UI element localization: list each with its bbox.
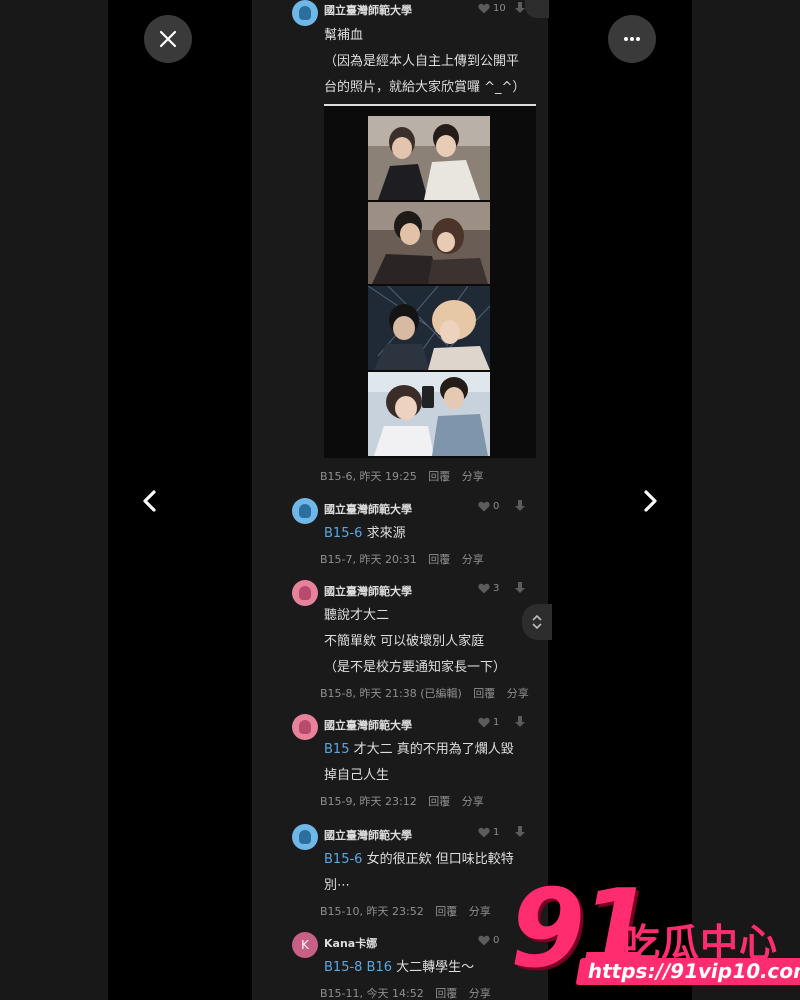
more-dots-icon [624, 37, 640, 41]
comment-text: （因為是經本人自主上傳到公開平 [324, 54, 520, 69]
floor-time: B15-11, 今天 14:52 [320, 987, 424, 1000]
previous-image-button[interactable] [134, 486, 164, 516]
floor-time: B15-9, 昨天 23:12 [320, 795, 417, 808]
avatar [292, 824, 318, 850]
floor-time: B15-8, 昨天 21:38 (已編輯) [320, 687, 462, 700]
share-button[interactable]: 分享 [469, 987, 491, 1000]
photo-frame-4 [368, 372, 490, 456]
downvote-icon[interactable] [514, 716, 526, 728]
close-button[interactable] [144, 15, 192, 63]
floor-time: B15-10, 昨天 23:52 [320, 905, 424, 918]
like-button[interactable]: 1 [478, 717, 499, 728]
avatar [292, 0, 318, 26]
downvote-icon[interactable] [514, 500, 526, 512]
like-count: 0 [493, 501, 500, 512]
reply-button[interactable]: 回覆 [428, 553, 450, 566]
photo-frame-3 [368, 286, 490, 370]
avatar: K [292, 932, 318, 958]
comment-text: 不簡單欸 可以破壞別人家庭 [324, 634, 485, 649]
reply-button[interactable]: 回覆 [473, 687, 495, 700]
heart-icon [478, 717, 490, 728]
comment-author: Kana卡娜 [324, 937, 378, 950]
like-button[interactable]: 1 [478, 827, 499, 838]
like-count: 0 [493, 935, 500, 946]
share-button[interactable]: 分享 [462, 470, 484, 483]
photo-booth-strip [324, 104, 536, 458]
watermark-url: https://91vip10.com [575, 958, 800, 985]
reply-button[interactable]: 回覆 [435, 905, 457, 918]
reply-button[interactable]: 回覆 [435, 987, 457, 1000]
like-count: 1 [493, 827, 500, 838]
comment-text: 聽說才大二 [324, 608, 390, 623]
reply-button[interactable]: 回覆 [428, 470, 450, 483]
downvote-icon[interactable] [514, 582, 526, 594]
share-button[interactable]: 分享 [469, 905, 491, 918]
floor-time: B15-7, 昨天 20:31 [320, 553, 417, 566]
right-backdrop [692, 0, 800, 1000]
floor-reference-link[interactable]: B15-8 B16 [324, 960, 392, 975]
comment-author: 國立臺灣師範大學 [324, 719, 412, 732]
floor-time: B15-6, 昨天 19:25 [320, 470, 417, 483]
comment-meta: B15-10, 昨天 23:52 回覆 分享 [320, 903, 499, 919]
next-image-button[interactable] [636, 486, 666, 516]
comment-text: 別⋯ [324, 878, 351, 893]
avatar [292, 580, 318, 606]
heart-icon [478, 583, 490, 594]
like-button[interactable]: 3 [478, 583, 499, 594]
like-count: 3 [493, 583, 500, 594]
photo-frame-1 [368, 116, 490, 200]
comment-screenshot: 國立臺灣師範大學 10 幫補血 （因為是經本人自主上傳到公開平 台的照片，就給大… [252, 0, 548, 1000]
comment-text: B15-6 女的很正欸 但口味比較特 [324, 852, 514, 867]
comment-author: 國立臺灣師範大學 [324, 4, 412, 17]
like-count: 1 [493, 717, 500, 728]
scroll-arrows-icon [532, 614, 542, 630]
comment-text: B15-8 B16 大二轉學生～ [324, 960, 475, 975]
comment-meta: B15-11, 今天 14:52 回覆 分享 [320, 985, 499, 1000]
comment-meta: B15-8, 昨天 21:38 (已編輯) 回覆 分享 [320, 685, 537, 701]
like-button[interactable]: 0 [478, 935, 499, 946]
more-options-button[interactable] [608, 15, 656, 63]
reply-button[interactable]: 回覆 [428, 795, 450, 808]
close-icon [159, 30, 177, 48]
photo-frame-2 [368, 202, 490, 284]
comment-text: （是不是校方要通知家長一下） [324, 660, 507, 675]
comment-text: B15-6 求來源 [324, 526, 406, 541]
downvote-icon[interactable] [514, 826, 526, 838]
heart-icon [478, 935, 490, 946]
floor-reference-link[interactable]: B15-6 [324, 526, 362, 541]
share-button[interactable]: 分享 [507, 687, 529, 700]
left-backdrop [0, 0, 108, 1000]
like-count: 10 [493, 3, 506, 14]
like-button[interactable]: 0 [478, 501, 499, 512]
heart-icon [478, 501, 490, 512]
avatar [292, 498, 318, 524]
chevron-left-icon [143, 490, 156, 512]
comment-text: 台的照片，就給大家欣賞囉 ^_^） [324, 80, 526, 95]
heart-icon [478, 827, 490, 838]
chevron-right-icon [644, 490, 657, 512]
comment-text: 幫補血 [324, 28, 364, 43]
scroll-top-tab[interactable] [525, 0, 549, 18]
comment-author: 國立臺灣師範大學 [324, 585, 412, 598]
comment-author: 國立臺灣師範大學 [324, 503, 412, 516]
like-button[interactable]: 10 [478, 3, 506, 14]
comment-author: 國立臺灣師範大學 [324, 829, 412, 842]
floor-reference-link[interactable]: B15 [324, 742, 349, 757]
comment-meta: B15-9, 昨天 23:12 回覆 分享 [320, 793, 492, 809]
comment-meta: B15-6, 昨天 19:25 回覆 分享 [320, 468, 492, 484]
share-button[interactable]: 分享 [462, 795, 484, 808]
share-button[interactable]: 分享 [462, 553, 484, 566]
avatar [292, 714, 318, 740]
comment-text: B15 才大二 真的不用為了爛人毀 [324, 742, 514, 757]
scroll-toggle-button[interactable] [522, 604, 552, 640]
comment-meta: B15-7, 昨天 20:31 回覆 分享 [320, 551, 492, 567]
heart-icon [478, 3, 490, 14]
comment-text: 掉自己人生 [324, 768, 390, 783]
floor-reference-link[interactable]: B15-6 [324, 852, 362, 867]
